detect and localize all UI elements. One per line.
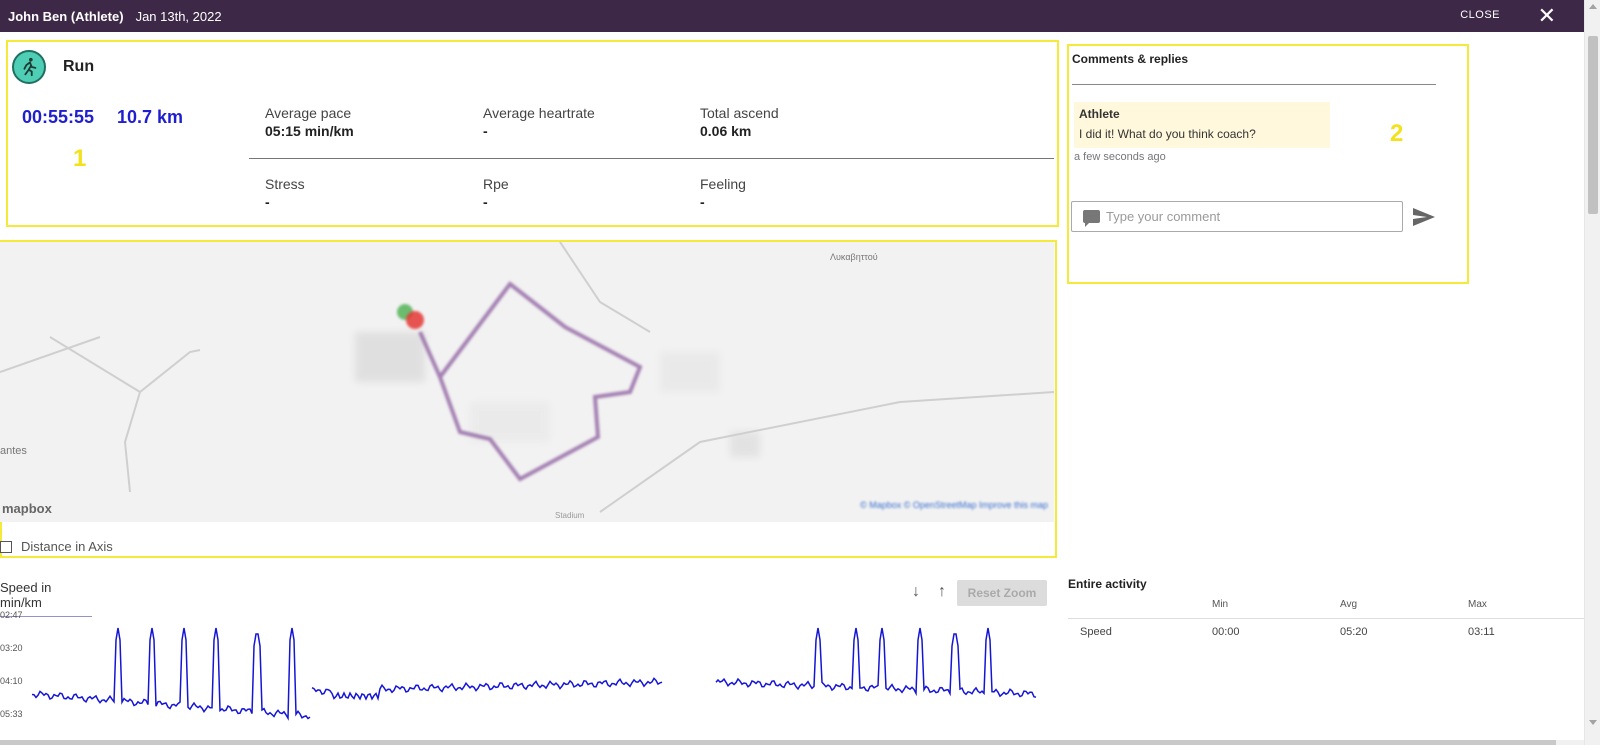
stat-rpe: Rpe - xyxy=(483,176,509,210)
comment-input[interactable] xyxy=(1106,209,1386,224)
stat-feeling: Feeling - xyxy=(700,176,746,210)
speed-line xyxy=(715,627,1037,698)
activity-duration: 00:55:55 xyxy=(22,107,95,127)
column-header-avg: Avg xyxy=(1340,599,1358,610)
stat-stress: Stress - xyxy=(265,176,305,210)
send-icon[interactable] xyxy=(1412,207,1436,227)
y-tick-label: 03:20 xyxy=(0,643,23,653)
stat-label: Average heartrate xyxy=(483,105,595,121)
stat-label: Total ascend xyxy=(700,105,779,121)
comment-field[interactable] xyxy=(1071,201,1403,232)
scrollbar-thumb[interactable] xyxy=(1588,36,1598,214)
close-button[interactable]: CLOSE xyxy=(1460,9,1500,21)
table-divider xyxy=(1068,618,1584,619)
speed-chart[interactable]: 02:47 03:20 04:10 05:33 xyxy=(0,606,1050,740)
stat-value: - xyxy=(265,194,270,210)
scroll-down-icon[interactable] xyxy=(1589,720,1597,725)
row-label-speed: Speed xyxy=(1080,626,1112,638)
activity-distance: 10.7 km xyxy=(117,107,184,127)
stat-value: - xyxy=(483,123,488,139)
map-place-label: Stadium xyxy=(555,511,585,520)
run-icon xyxy=(12,50,46,84)
comments-divider xyxy=(1072,84,1436,85)
stat-label: Average pace xyxy=(265,105,352,121)
entire-activity-title: Entire activity xyxy=(1068,577,1147,591)
column-header-min: Min xyxy=(1212,599,1229,610)
close-icon[interactable]: ✕ xyxy=(1538,3,1556,29)
arrow-up-icon[interactable]: ↑ xyxy=(938,583,946,601)
stat-label: Feeling xyxy=(700,176,746,192)
stat-value: - xyxy=(483,194,488,210)
stat-value: 0.06 km xyxy=(700,123,752,139)
speed-line xyxy=(31,627,311,721)
stat-value: - xyxy=(700,194,705,210)
annotation-label-2: 2 xyxy=(1390,120,1404,147)
y-tick-label: 05:33 xyxy=(0,709,23,719)
page-scrollbar[interactable] xyxy=(1584,0,1600,745)
speed-series xyxy=(31,627,1037,721)
top-bar: John Ben (Athlete) Jan 13th, 2022 CLOSE … xyxy=(0,0,1584,32)
y-tick-label: 02:47 xyxy=(0,610,23,620)
map-attribution[interactable]: © Mapbox © OpenStreetMap Improve this ma… xyxy=(860,500,1048,510)
horizontal-scrollbar[interactable] xyxy=(0,740,1584,745)
distance-in-axis-checkbox[interactable] xyxy=(0,540,12,553)
annotation-box-2 xyxy=(1067,44,1469,284)
distance-in-axis-label: Distance in Axis xyxy=(21,539,113,554)
stats-divider xyxy=(249,158,1054,159)
comment-text: I did it! What do you think coach? xyxy=(1079,127,1256,141)
mapbox-logo[interactable]: mapbox xyxy=(2,501,52,516)
comments-title: Comments & replies xyxy=(1072,52,1189,66)
scroll-up-icon[interactable] xyxy=(1589,4,1597,9)
stat-value: 05:15 min/km xyxy=(265,123,354,139)
activity-date: Jan 13th, 2022 xyxy=(135,8,222,24)
activity-type: Run xyxy=(63,58,95,75)
speed-max: 03:11 xyxy=(1468,626,1495,638)
comment-author: Athlete xyxy=(1079,107,1120,121)
speed-min: 00:00 xyxy=(1212,626,1240,638)
annotation-label-1: 1 xyxy=(73,145,87,172)
map-canvas: Λυκαβηττού antes Stadium xyxy=(0,242,1054,520)
stat-average-pace: Average pace 05:15 min/km xyxy=(265,105,354,139)
comment-bubble: Athlete I did it! What do you think coac… xyxy=(1074,102,1330,148)
reset-zoom-button[interactable]: Reset Zoom xyxy=(957,580,1047,606)
arrow-down-icon[interactable]: ↓ xyxy=(912,583,920,601)
map-place-label: Λυκαβηττού xyxy=(830,252,878,262)
stat-average-heartrate: Average heartrate - xyxy=(483,105,595,139)
column-header-max: Max xyxy=(1468,599,1487,610)
y-tick-label: 04:10 xyxy=(0,676,23,686)
speed-avg: 05:20 xyxy=(1340,626,1368,638)
stat-label: Stress xyxy=(265,176,305,192)
distance-in-axis-toggle[interactable]: Distance in Axis xyxy=(0,539,113,554)
horizontal-scrollbar-thumb[interactable] xyxy=(0,740,1556,745)
stat-label: Rpe xyxy=(483,176,509,192)
comment-icon xyxy=(1083,210,1100,227)
athlete-name: John Ben (Athlete) xyxy=(8,8,124,24)
speed-line xyxy=(311,677,663,702)
comment-time: a few seconds ago xyxy=(1074,151,1166,163)
stat-total-ascend: Total ascend 0.06 km xyxy=(700,105,779,139)
route-map[interactable]: Λυκαβηττού antes Stadium mapbox © Mapbox… xyxy=(0,242,1054,522)
map-place-label: antes xyxy=(0,445,27,457)
